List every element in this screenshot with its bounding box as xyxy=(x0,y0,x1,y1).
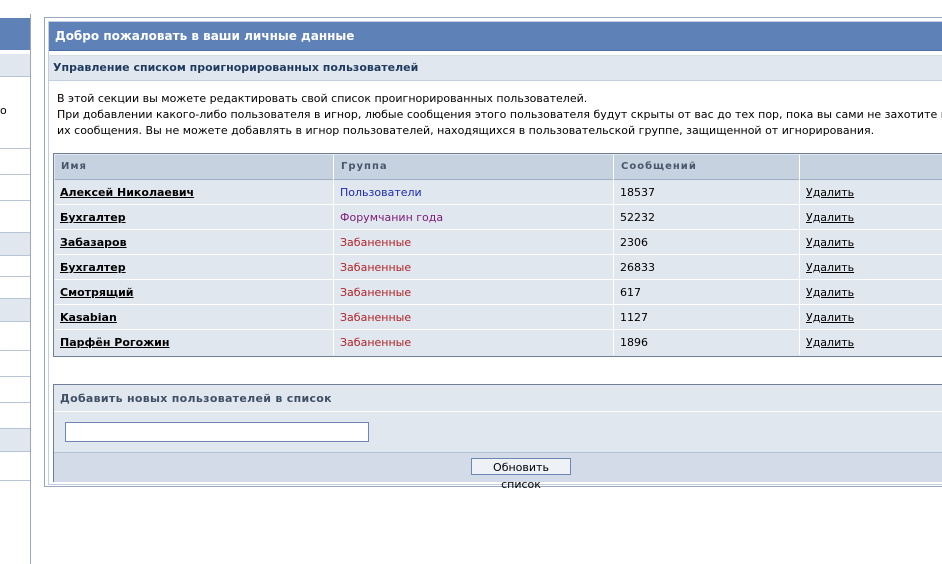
remove-link[interactable]: Удалить xyxy=(806,286,854,299)
post-count: 1896 xyxy=(620,336,648,349)
column-header-name: Имя xyxy=(61,161,87,172)
table-row: Бухгалтер Забаненные 26833 Удалить xyxy=(55,255,942,280)
add-users-section: Добавить новых пользователей в список Об… xyxy=(53,384,942,491)
user-name-link[interactable]: Kasabian xyxy=(60,311,117,324)
info-line: В этой секции вы можете редактировать св… xyxy=(57,92,588,105)
table-row: Забазаров Забаненные 2306 Удалить xyxy=(55,230,942,255)
post-count: 52232 xyxy=(620,211,655,224)
column-header-group: Группа xyxy=(341,161,388,172)
info-line: При добавлении какого-либо пользователя … xyxy=(57,108,942,121)
sidebar-divider xyxy=(0,148,30,149)
info-text: В этой секции вы можете редактировать св… xyxy=(57,91,942,139)
sidebar-item[interactable] xyxy=(0,298,30,322)
post-count: 2306 xyxy=(620,236,648,249)
main-panel-inner: Добро пожаловать в ваши личные данные Уп… xyxy=(48,21,942,491)
sidebar-divider xyxy=(0,402,30,403)
ignored-users-table: Имя Группа Сообщений Алексей Николаевич … xyxy=(53,153,942,357)
section-subtitle-bar: Управление списком проигнорированных пол… xyxy=(49,55,942,81)
user-group: Форумчанин года xyxy=(340,211,444,224)
remove-link[interactable]: Удалить xyxy=(806,261,854,274)
table-row: Алексей Николаевич Пользователи 18537 Уд… xyxy=(55,180,942,205)
post-count: 18537 xyxy=(620,186,655,199)
sidebar-text-fragment: о xyxy=(0,104,7,117)
post-count: 26833 xyxy=(620,261,655,274)
user-name-link[interactable]: Смотрящий xyxy=(60,286,134,299)
user-name-link[interactable]: Бухгалтер xyxy=(60,261,126,274)
sidebar-divider xyxy=(0,276,30,277)
add-users-footer: Обновить список xyxy=(54,452,942,491)
sidebar-divider xyxy=(0,376,30,377)
sidebar-divider xyxy=(0,350,30,351)
column-divider xyxy=(613,155,614,355)
left-sidebar: о xyxy=(0,14,31,564)
add-users-header: Добавить новых пользователей в список xyxy=(54,385,942,412)
sidebar-header xyxy=(0,18,30,50)
column-divider xyxy=(333,155,334,355)
panel-title-bar: Добро пожаловать в ваши личные данные xyxy=(49,22,942,51)
user-name-link[interactable]: Забазаров xyxy=(60,236,127,249)
section-subtitle: Управление списком проигнорированных пол… xyxy=(53,61,419,74)
sidebar-divider xyxy=(0,200,30,201)
user-group: Забаненные xyxy=(340,236,412,249)
update-list-button[interactable]: Обновить список xyxy=(471,458,571,491)
table-header: Имя Группа Сообщений xyxy=(55,155,942,180)
column-divider xyxy=(799,155,800,355)
sidebar-divider xyxy=(0,174,30,175)
remove-link[interactable]: Удалить xyxy=(806,211,854,224)
user-group: Забаненные xyxy=(340,336,412,349)
add-users-heading: Добавить новых пользователей в список xyxy=(60,392,332,405)
table-row: Парфён Рогожин Забаненные 1896 Удалить xyxy=(55,330,942,354)
user-group: Забаненные xyxy=(340,286,412,299)
user-name-link[interactable]: Парфён Рогожин xyxy=(60,336,169,349)
panel-title: Добро пожаловать в ваши личные данные xyxy=(55,29,355,43)
info-line: их сообщения. Вы не можете добавлять в и… xyxy=(57,124,875,137)
remove-link[interactable]: Удалить xyxy=(806,311,854,324)
table-row: Смотрящий Забаненные 617 Удалить xyxy=(55,280,942,305)
table-row: Бухгалтер Форумчанин года 52232 Удалить xyxy=(55,205,942,230)
page: о Добро пожаловать в ваши личные данные … xyxy=(0,0,942,564)
remove-link[interactable]: Удалить xyxy=(806,186,854,199)
user-group: Забаненные xyxy=(340,261,412,274)
remove-link[interactable]: Удалить xyxy=(806,236,854,249)
main-panel: Добро пожаловать в ваши личные данные Уп… xyxy=(44,17,942,491)
sidebar-item[interactable] xyxy=(0,232,30,256)
user-group: Забаненные xyxy=(340,311,412,324)
post-count: 617 xyxy=(620,286,641,299)
sidebar-subheader xyxy=(0,54,30,77)
column-header-posts: Сообщений xyxy=(621,161,697,172)
remove-link[interactable]: Удалить xyxy=(806,336,854,349)
post-count: 1127 xyxy=(620,311,648,324)
user-name-link[interactable]: Алексей Николаевич xyxy=(60,186,194,199)
add-user-input[interactable] xyxy=(65,422,369,442)
table-row: Kasabian Забаненные 1127 Удалить xyxy=(55,305,942,330)
user-group: Пользователи xyxy=(340,186,422,199)
user-name-link[interactable]: Бухгалтер xyxy=(60,211,126,224)
sidebar-item[interactable] xyxy=(0,428,30,452)
sidebar-divider xyxy=(0,480,30,481)
